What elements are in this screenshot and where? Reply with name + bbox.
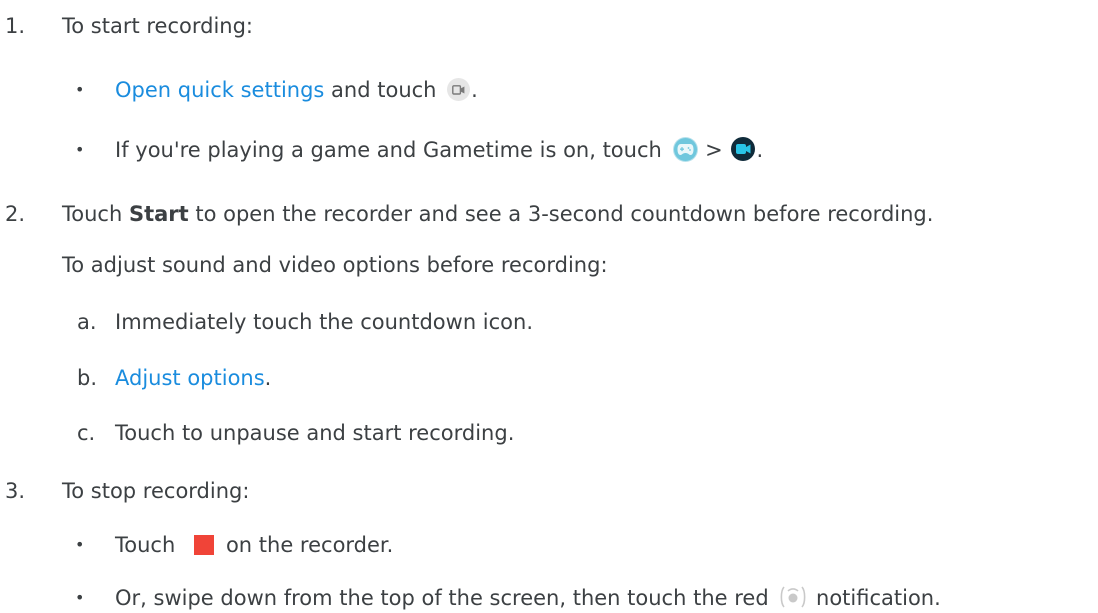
bullet-marker: • (75, 140, 85, 159)
open-quick-settings-link[interactable]: Open quick settings (115, 78, 324, 102)
step-number: 1. (5, 14, 26, 38)
bullet-text: Touch on the recorder. (115, 533, 394, 557)
step-text: To start recording: (62, 14, 253, 38)
substep-letter: a. (77, 310, 97, 334)
bullet-text: Open quick settings and touch . (115, 77, 478, 102)
video-camera-icon (731, 137, 756, 161)
bullet-marker: • (75, 535, 85, 554)
substep-letter: b. (77, 366, 98, 390)
step-number: 3. (5, 479, 26, 503)
stop-icon (193, 535, 214, 555)
recording-notification-icon (779, 584, 807, 610)
substep-letter: c. (77, 421, 96, 445)
step-text: Touch Start to open the recorder and see… (62, 202, 934, 226)
step-number: 2. (5, 202, 26, 226)
substep-text: Adjust options. (115, 366, 272, 390)
substep-text: Immediately touch the countdown icon. (115, 310, 534, 334)
bullet-text: If you're playing a game and Gametime is… (115, 137, 764, 162)
adjust-options-link[interactable]: Adjust options (115, 366, 265, 390)
start-emphasis: Start (128, 202, 189, 226)
bullet-text: Or, swipe down from the top of the scree… (115, 584, 941, 610)
bullet-marker: • (75, 80, 85, 99)
screen-record-icon (447, 77, 471, 101)
step-text: To stop recording: (62, 479, 250, 503)
note-text: To adjust sound and video options before… (62, 253, 608, 277)
gametime-icon (673, 137, 697, 161)
bullet-marker: • (75, 588, 85, 607)
substep-text: Touch to unpause and start recording. (115, 421, 515, 445)
